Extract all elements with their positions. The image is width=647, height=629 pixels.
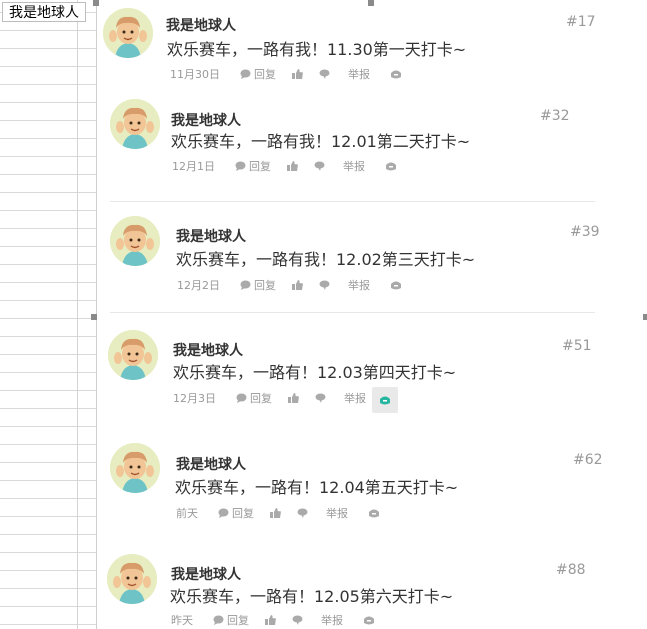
avatar-illustration (107, 554, 157, 604)
avatar[interactable] (110, 216, 160, 266)
report-button[interactable]: 举报 (348, 66, 370, 82)
chat-bubble-icon[interactable] (240, 69, 251, 79)
chat-bubble-icon[interactable] (213, 615, 224, 625)
divider (110, 312, 595, 313)
share-icon[interactable] (372, 387, 398, 413)
chat-bubble-icon[interactable] (236, 393, 247, 403)
avatar-illustration (103, 8, 153, 58)
comment-date: 12月2日 (177, 279, 220, 292)
avatar-illustration (110, 216, 160, 266)
share-icon[interactable] (383, 158, 399, 174)
avatar[interactable] (103, 8, 153, 58)
reply-button[interactable]: 回复 (254, 66, 276, 82)
report-button[interactable]: 举报 (343, 158, 365, 174)
avatar[interactable] (108, 330, 158, 380)
comment-date: 前天 (176, 507, 198, 520)
username[interactable]: 我是地球人 (173, 340, 243, 360)
comment-text: 欢乐赛车，一路有我！11.30第一天打卡~ (167, 40, 467, 59)
thumbs-up-icon[interactable] (292, 280, 303, 290)
share-icon[interactable] (361, 612, 377, 628)
report-button[interactable]: 举报 (344, 390, 366, 406)
username[interactable]: 我是地球人 (171, 110, 241, 130)
thumbs-up-icon[interactable] (265, 615, 276, 625)
thumbs-down-icon[interactable] (292, 615, 303, 625)
chat-bubble-icon[interactable] (240, 280, 251, 290)
resize-handle[interactable] (643, 314, 647, 320)
thumbs-up-icon[interactable] (287, 161, 298, 171)
comment-text: 欢乐赛车，一路有！12.04第五天打卡~ (175, 478, 459, 497)
username[interactable]: 我是地球人 (176, 226, 246, 246)
avatar-illustration (110, 99, 160, 149)
share-icon[interactable] (366, 505, 382, 521)
resize-handle[interactable] (91, 314, 97, 320)
reply-button[interactable]: 回复 (227, 612, 249, 628)
comment-actions: 12月2日 回复 举报 (177, 277, 404, 293)
report-button[interactable]: 举报 (321, 612, 343, 628)
spreadsheet-column (0, 0, 97, 629)
comment-actions: 12月1日 回复 举报 (172, 158, 399, 174)
share-icon[interactable] (388, 277, 404, 293)
thumbs-up-icon[interactable] (288, 393, 299, 403)
divider (110, 201, 595, 202)
comment-actions: 昨天 回复 举报 (171, 612, 377, 628)
comment-text: 欢乐赛车，一路有！12.05第六天打卡~ (170, 587, 454, 606)
avatar-illustration (110, 443, 160, 493)
username[interactable]: 我是地球人 (166, 15, 236, 35)
avatar-illustration (108, 330, 158, 380)
thumbs-down-icon[interactable] (319, 280, 330, 290)
floor-number: #32 (540, 108, 570, 124)
thumbs-up-icon[interactable] (270, 508, 281, 518)
reply-button[interactable]: 回复 (249, 158, 271, 174)
thumbs-down-icon[interactable] (319, 69, 330, 79)
report-button[interactable]: 举报 (348, 277, 370, 293)
thumbs-down-icon[interactable] (297, 508, 308, 518)
reply-button[interactable]: 回复 (250, 390, 272, 406)
reply-button[interactable]: 回复 (232, 505, 254, 521)
floor-number: #62 (573, 452, 603, 468)
comment-text: 欢乐赛车，一路有我！12.01第二天打卡~ (171, 132, 471, 151)
floor-number: #17 (566, 14, 596, 30)
floor-number: #39 (570, 224, 600, 240)
reply-button[interactable]: 回复 (254, 277, 276, 293)
avatar[interactable] (110, 99, 160, 149)
comment-date: 昨天 (171, 614, 193, 627)
chat-bubble-icon[interactable] (218, 508, 229, 518)
spreadsheet-cell[interactable]: 我是地球人 (2, 2, 86, 22)
floor-number: #51 (562, 338, 592, 354)
avatar[interactable] (107, 554, 157, 604)
comment-text: 欢乐赛车，一路有我！12.02第三天打卡~ (176, 250, 476, 269)
resize-handle[interactable] (93, 0, 99, 6)
comment-actions: 11月30日 回复 举报 (170, 66, 404, 82)
comment-date: 12月1日 (172, 160, 215, 173)
username[interactable]: 我是地球人 (176, 454, 246, 474)
comment-text: 欢乐赛车，一路有！12.03第四天打卡~ (173, 363, 457, 382)
share-icon[interactable] (388, 66, 404, 82)
thumbs-down-icon[interactable] (315, 393, 326, 403)
report-button[interactable]: 举报 (326, 505, 348, 521)
username[interactable]: 我是地球人 (171, 564, 241, 584)
comment-date: 11月30日 (170, 68, 220, 81)
comment-actions: 前天 回复 举报 (176, 505, 382, 521)
chat-bubble-icon[interactable] (235, 161, 246, 171)
comment-actions: 12月3日 回复 举报 (173, 387, 398, 413)
comment-date: 12月3日 (173, 392, 216, 405)
resize-handle[interactable] (368, 0, 374, 6)
floor-number: #88 (556, 562, 586, 578)
thumbs-up-icon[interactable] (292, 69, 303, 79)
thumbs-down-icon[interactable] (314, 161, 325, 171)
avatar[interactable] (110, 443, 160, 493)
